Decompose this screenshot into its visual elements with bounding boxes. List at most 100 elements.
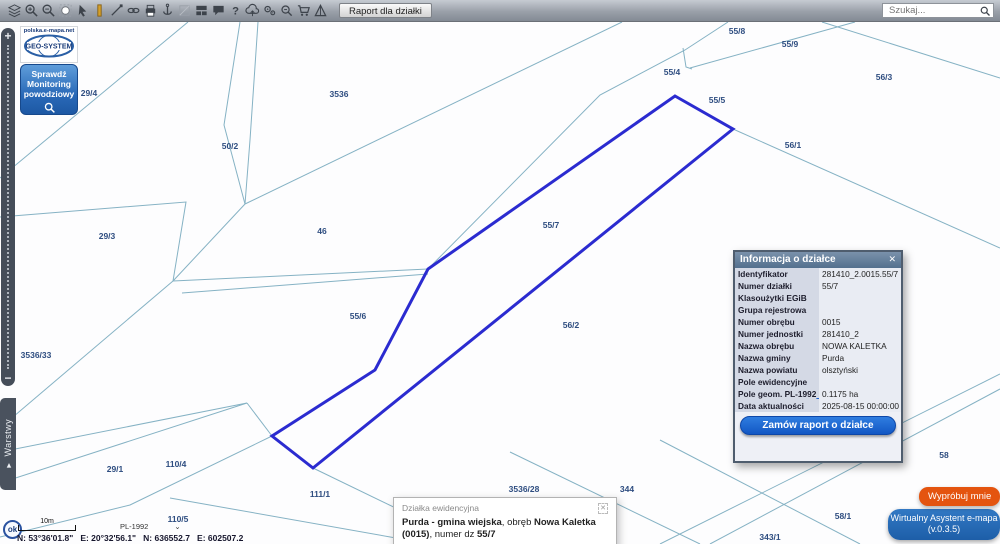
info-row-value: 0015 [819,316,901,328]
info-row-label: Data aktualności [735,400,819,412]
info-row: Klasoużytki EGiB [735,292,901,304]
coordinates-readout: N: 53°36'01.8" E: 20°32'56.1" N: 636552.… [17,533,244,543]
info-row-label: Klasoużytki EGiB [735,292,819,304]
info-row: Numer jednostki 281410_2 [735,328,901,340]
info-row: Data aktualności 2025-08-15 00:00:00 [735,400,901,412]
print-icon[interactable] [142,2,158,19]
panels-icon[interactable] [193,2,209,19]
selected-parcel-outline[interactable] [269,94,736,470]
info-row-label: Grupa rejestrowa [735,304,819,316]
info-row-value: 281410_2.0015.55/7 [819,268,901,280]
search-input[interactable] [887,4,979,17]
zoom-slider[interactable]: + − [1,28,15,386]
geo-system-logo: GEO-SYSTEM [23,34,75,62]
info-row-label: Numer jednostki [735,328,819,340]
select-area-icon[interactable] [57,2,73,19]
cursor-icon[interactable] [74,2,90,19]
toolbar-icons: ? [6,2,328,19]
zoom-out-icon[interactable] [40,2,56,19]
info-row: Grupa rejestrowa [735,304,901,316]
info-row-value: 281410_2 [819,328,901,340]
info-row: Nazwa obrębu NOWA KALETKA [735,340,901,352]
report-button[interactable]: Raport dla działki [339,3,432,18]
parcel-info-panel: Informacja o działce ✕ Identyfikator 2814… [733,250,903,463]
logo-box[interactable]: polska.e-mapa.net GEO-SYSTEM [20,26,78,63]
info-row-label: Numer obrębu [735,316,819,328]
info-row: Numer działki 55/7 [735,280,901,292]
info-panel-header: Informacja o działce ✕ [735,252,901,268]
zoom-track[interactable] [7,45,9,369]
info-row-value [819,304,901,316]
prism-icon[interactable] [312,2,328,19]
close-icon[interactable]: ✕ [888,255,896,264]
order-report-button[interactable]: Zamów raport o działce [740,416,896,435]
info-panel-title: Informacja o działce [740,254,836,265]
info-row-value: Purda [819,352,901,364]
info-row: Pole ewidencyjne [735,376,901,388]
layers-tab[interactable]: ▾ Warstwy [0,398,16,490]
magnifier-icon [43,101,56,116]
scale-label: 10m [40,518,54,525]
feature-title-part: , numer dz [429,529,477,541]
info-row-value: 0.1175 ha [819,388,901,400]
info-row: Numer obrębu 0015 [735,316,901,328]
scale-bar: 10m [18,518,76,531]
zoom-in-icon[interactable] [23,2,39,19]
info-rows: Identyfikator 281410_2.0015.55/7 Numer dzi… [735,268,901,412]
flood-monitoring-button[interactable]: Sprawdź Monitoring powodziowy [20,64,78,115]
info-row-value [819,292,901,304]
crs-label: PL-1992 [120,522,149,531]
search-box[interactable] [882,3,994,18]
scale-line [18,525,76,531]
assistant-try-me-bubble[interactable]: Wypróbuj mnie [919,487,1000,506]
anchor-icon[interactable] [159,2,175,19]
info-row: Identyfikator 281410_2.0015.55/7 [735,268,901,280]
virtual-assistant-button[interactable]: Wirtualny Asystent e-mapa (v.0.3.5) [888,509,1000,540]
info-row-label: Identyfikator [735,268,819,280]
info-row-value: 55/7 [819,280,901,292]
search-icon[interactable] [979,5,991,17]
svg-text:?: ? [232,5,239,17]
layers-icon[interactable] [6,2,22,19]
info-panel-footer: Zamów raport o działce [735,412,901,461]
info-row-label: Nazwa obrębu [735,340,819,352]
zoom-in-control[interactable]: + [4,30,11,42]
comment-icon[interactable] [210,2,226,19]
transform-icon[interactable] [176,2,192,19]
feature-title-part: Purda - gmina wiejska [402,517,502,528]
share-icon[interactable] [244,2,260,19]
feature-type-label: Działka ewidencyjna [402,503,480,513]
info-row-label: Nazwa gminy [735,352,819,364]
feature-title: Purda - gmina wiejska, obręb Nowa Kaletk… [402,517,608,542]
zoom-out-control[interactable]: − [4,372,11,384]
help-icon[interactable]: ? [227,2,243,19]
close-icon[interactable]: ✕ [598,503,608,514]
feature-title-part: 55/7 [477,529,496,541]
chevron-down-icon[interactable]: ⌄ [174,522,180,531]
svg-text:GEO-SYSTEM: GEO-SYSTEM [26,44,73,51]
info-row-value: NOWA KALETKA [819,340,901,352]
info-row-label: Nazwa powiatu [735,364,819,376]
feature-popup: Działka ewidencyjna ✕ Purda - gmina wiej… [393,497,617,544]
info-row-value [819,376,901,388]
crs-selector[interactable]: PL-1992 ⌄ [120,522,181,531]
zoom-details-icon[interactable] [278,2,294,19]
assistant-version: (v.0.3.5) [927,524,961,535]
info-row-label: Pole ewidencyjne [735,376,819,388]
measure-icon[interactable] [91,2,107,19]
info-row-label: Numer działki [735,280,819,292]
draw-line-icon[interactable] [108,2,124,19]
info-row-value: 2025-08-15 00:00:00 [819,400,901,412]
info-row: Pole geom. PL-1992 (?)0.1175 ha [735,388,901,400]
settings-icon[interactable] [261,2,277,19]
info-row: Nazwa powiatu olsztyński [735,364,901,376]
toolbar: ? Raport dla działki [0,0,1000,22]
assistant-name: Wirtualny Asystent e-mapa [890,513,998,523]
info-row: Nazwa gminy Purda [735,352,901,364]
info-row-value: olsztyński [819,364,901,376]
flood-button-label: Sprawdź Monitoring powodziowy [23,69,75,100]
cart-icon[interactable] [295,2,311,19]
info-row-label: Pole geom. PL-1992 (?) [735,388,819,400]
link-icon[interactable] [125,2,141,19]
feature-title-part: , obręb [501,517,535,528]
